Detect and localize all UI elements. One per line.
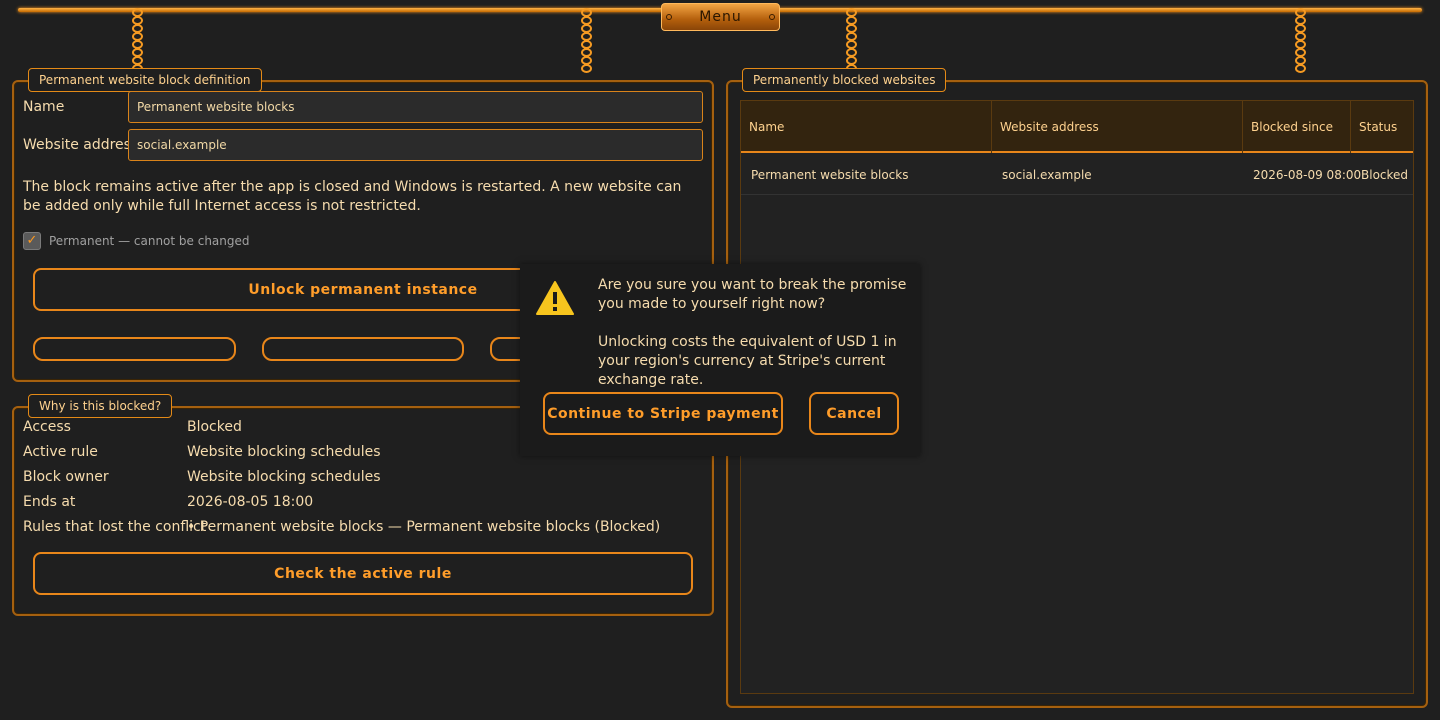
cell-name: Permanent website blocks — [751, 168, 909, 182]
menu-button[interactable]: Menu — [661, 3, 780, 31]
check-active-rule-button[interactable]: Check the active rule — [33, 552, 693, 595]
why-row-lost-rules: Rules that lost the conflict • Permanent… — [22, 516, 702, 541]
dialog-message: Are you sure you want to break the promi… — [598, 276, 916, 390]
why-key: Ends at — [23, 494, 76, 510]
action-button[interactable] — [33, 337, 236, 361]
why-value: • Permanent website blocks — Permanent w… — [187, 519, 661, 535]
why-row-ends-at: Ends at 2026-08-05 18:00 — [22, 491, 702, 516]
block-info-text: The block remains active after the app i… — [23, 179, 682, 214]
continue-stripe-payment-button[interactable]: Continue to Stripe payment — [543, 392, 783, 435]
chain-decoration — [1294, 8, 1308, 80]
unlock-confirm-dialog: Are you sure you want to break the promi… — [520, 264, 920, 456]
website-address-input[interactable]: social.example — [128, 129, 703, 161]
dialog-message-cost: Unlocking costs the equivalent of USD 1 … — [598, 334, 897, 388]
website-address-label: Website address — [23, 137, 139, 153]
why-blocked-panel-title: Why is this blocked? — [28, 394, 173, 418]
why-key: Rules that lost the conflict — [23, 519, 207, 535]
blocked-websites-panel-title: Permanently blocked websites — [742, 68, 947, 92]
menu-button-label: Menu — [699, 9, 742, 25]
table-header: Name Website address Blocked since Statu… — [741, 101, 1413, 153]
chain-link-icon — [581, 64, 592, 73]
warning-icon — [536, 281, 574, 315]
dialog-message-question: Are you sure you want to break the promi… — [598, 277, 907, 312]
why-key: Active rule — [23, 444, 98, 460]
column-header-status[interactable]: Status — [1351, 101, 1413, 153]
rivet-icon — [769, 14, 775, 20]
name-label: Name — [23, 99, 65, 115]
name-input[interactable]: Permanent website blocks — [128, 91, 703, 123]
column-header-website-address[interactable]: Website address — [992, 101, 1243, 153]
why-key: Access — [23, 419, 71, 435]
cell-status: Blocked — [1361, 168, 1409, 182]
why-value: 2026-08-05 18:00 — [187, 494, 314, 510]
definition-panel-title: Permanent website block definition — [28, 68, 262, 92]
cancel-button[interactable]: Cancel — [809, 392, 899, 435]
chain-decoration — [580, 8, 594, 80]
permanent-checkbox: ✓ — [23, 232, 41, 250]
why-key: Block owner — [23, 469, 109, 485]
cell-website-address: social.example — [1002, 168, 1092, 182]
why-row-block-owner: Block owner Website blocking schedules — [22, 466, 702, 491]
why-value: Website blocking schedules — [187, 444, 381, 460]
table-row[interactable]: Permanent website blocks social.example … — [741, 155, 1413, 195]
why-value: Blocked — [187, 419, 242, 435]
rivet-icon — [666, 14, 672, 20]
chain-link-icon — [1295, 64, 1306, 73]
permanent-checkbox-label: Permanent — cannot be changed — [49, 234, 250, 248]
cell-blocked-since: 2026-08-09 08:00 — [1253, 168, 1362, 182]
why-value: Website blocking schedules — [187, 469, 381, 485]
column-header-name[interactable]: Name — [741, 101, 992, 153]
action-button[interactable] — [262, 337, 464, 361]
column-header-blocked-since[interactable]: Blocked since — [1243, 101, 1351, 153]
